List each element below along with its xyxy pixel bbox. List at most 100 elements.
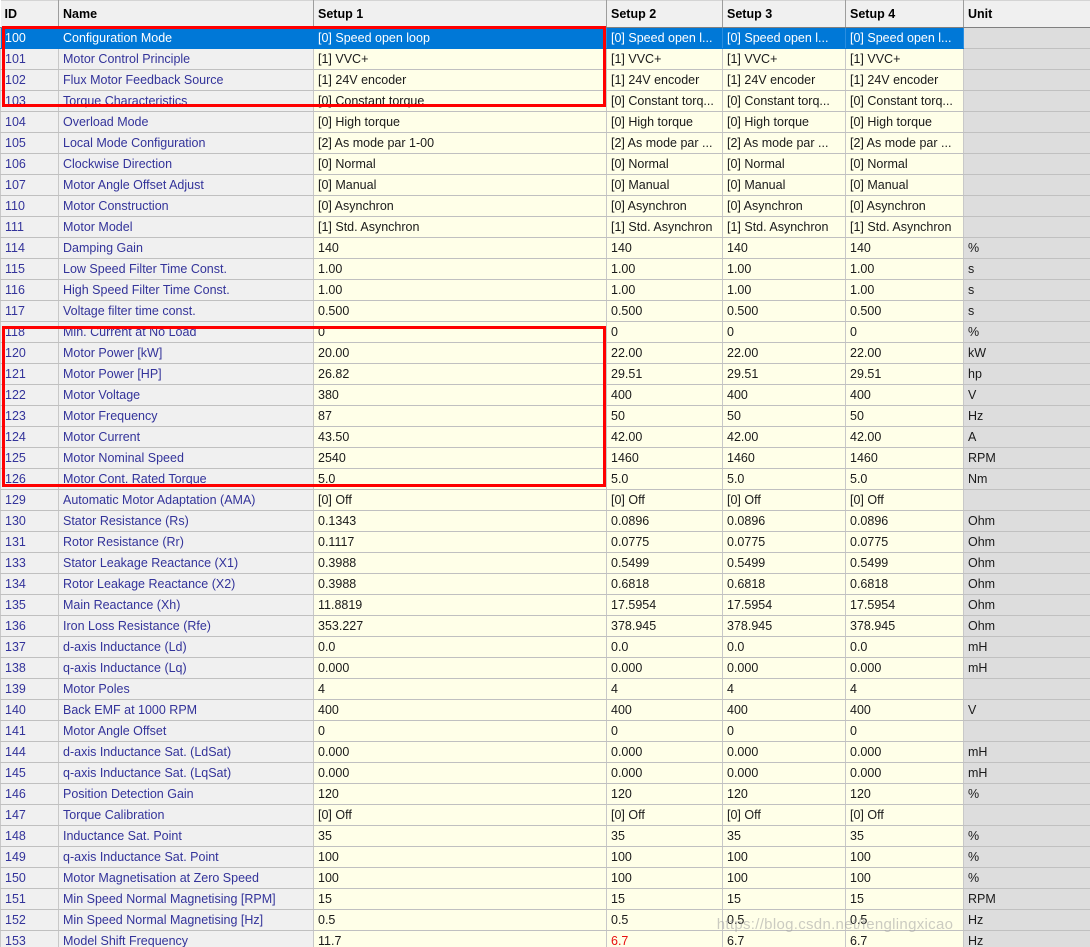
cell-setup4[interactable]: 50 (845, 405, 964, 427)
table-row[interactable]: 107 Motor Angle Offset Adjust [0] Manual [0… (0, 174, 1090, 196)
cell-setup4[interactable]: 0.0896 (845, 510, 964, 532)
cell-setup3[interactable]: 0.000 (722, 741, 846, 763)
cell-setup1[interactable]: 0.3988 (313, 552, 607, 574)
table-row[interactable]: 133 Stator Leakage Reactance (X1) 0.3988 0.… (0, 552, 1090, 574)
cell-setup3[interactable]: 15 (722, 888, 846, 910)
cell-setup2[interactable]: [1] 24V encoder (606, 69, 723, 91)
cell-setup2[interactable]: [0] Speed open l... (606, 27, 723, 49)
cell-setup4[interactable]: 100 (845, 846, 964, 868)
cell-setup1[interactable]: 140 (313, 237, 607, 259)
table-row[interactable]: 149 q-axis Inductance Sat. Point 100 100 100… (0, 846, 1090, 868)
table-row[interactable]: 106 Clockwise Direction [0] Normal [0] Norm… (0, 153, 1090, 175)
cell-setup4[interactable]: 120 (845, 783, 964, 805)
cell-setup3[interactable]: 400 (722, 384, 846, 406)
cell-setup4[interactable]: 0 (845, 321, 964, 343)
cell-setup2[interactable]: 0.0 (606, 636, 723, 658)
cell-setup3[interactable]: 29.51 (722, 363, 846, 385)
cell-setup3[interactable]: [1] Std. Asynchron (722, 216, 846, 238)
cell-setup2[interactable]: 1.00 (606, 258, 723, 280)
cell-setup2[interactable]: 35 (606, 825, 723, 847)
cell-setup3[interactable]: [1] 24V encoder (722, 69, 846, 91)
cell-setup1[interactable]: [0] Off (313, 804, 607, 826)
cell-setup4[interactable]: 0.5499 (845, 552, 964, 574)
parameter-table[interactable]: ID Name Setup 1 Setup 2 Setup 3 Setup 4 … (0, 0, 1090, 947)
cell-setup3[interactable]: 0.5499 (722, 552, 846, 574)
cell-setup4[interactable]: 0.0 (845, 636, 964, 658)
cell-setup2[interactable]: 1460 (606, 447, 723, 469)
table-row[interactable]: 139 Motor Poles 4 4 4 4 (0, 678, 1090, 700)
cell-setup1[interactable]: 0.1343 (313, 510, 607, 532)
cell-setup1[interactable]: 0.0 (313, 636, 607, 658)
table-row[interactable]: 117 Voltage filter time const. 0.500 0.500 0… (0, 300, 1090, 322)
cell-setup1[interactable]: [0] Constant torque (313, 90, 607, 112)
cell-setup3[interactable]: 0.0896 (722, 510, 846, 532)
cell-setup2[interactable]: [0] Off (606, 804, 723, 826)
cell-setup4[interactable]: 6.7 (845, 930, 964, 947)
cell-setup3[interactable]: 1.00 (722, 279, 846, 301)
cell-setup1[interactable]: 400 (313, 699, 607, 721)
cell-setup4[interactable]: 0.500 (845, 300, 964, 322)
cell-setup2[interactable]: 0.6818 (606, 573, 723, 595)
cell-setup3[interactable]: 50 (722, 405, 846, 427)
cell-setup1[interactable]: 120 (313, 783, 607, 805)
cell-setup4[interactable]: [1] Std. Asynchron (845, 216, 964, 238)
cell-setup2[interactable]: [0] Asynchron (606, 195, 723, 217)
cell-setup2[interactable]: [0] High torque (606, 111, 723, 133)
table-row[interactable]: 146 Position Detection Gain 120 120 120 120% (0, 783, 1090, 805)
cell-setup1[interactable]: 5.0 (313, 468, 607, 490)
cell-setup1[interactable]: [0] Speed open loop (313, 27, 607, 49)
table-row[interactable]: 123 Motor Frequency 87 50 50 50 Hz (0, 405, 1090, 427)
table-row[interactable]: 134 Rotor Leakage Reactance (X2) 0.3988 0.6… (0, 573, 1090, 595)
cell-setup4[interactable]: 140 (845, 237, 964, 259)
table-row[interactable]: 144 d-axis Inductance Sat. (LdSat) 0.000 0.… (0, 741, 1090, 763)
cell-setup4[interactable]: [1] VVC+ (845, 48, 964, 70)
cell-setup2[interactable]: [0] Constant torq... (606, 90, 723, 112)
cell-setup1[interactable]: 87 (313, 405, 607, 427)
cell-setup4[interactable]: 42.00 (845, 426, 964, 448)
cell-setup3[interactable]: 42.00 (722, 426, 846, 448)
cell-setup2[interactable]: 0.5499 (606, 552, 723, 574)
cell-setup3[interactable]: 120 (722, 783, 846, 805)
cell-setup4[interactable]: 100 (845, 867, 964, 889)
cell-setup4[interactable]: 35 (845, 825, 964, 847)
cell-setup2[interactable]: 29.51 (606, 363, 723, 385)
cell-setup2[interactable]: 1.00 (606, 279, 723, 301)
cell-setup2[interactable]: 0 (606, 720, 723, 742)
cell-setup1[interactable]: [1] Std. Asynchron (313, 216, 607, 238)
cell-setup1[interactable]: 0 (313, 321, 607, 343)
cell-setup3[interactable]: [0] High torque (722, 111, 846, 133)
cell-setup2[interactable]: 400 (606, 384, 723, 406)
cell-setup4[interactable]: 17.5954 (845, 594, 964, 616)
cell-setup4[interactable]: 1460 (845, 447, 964, 469)
cell-setup2[interactable]: 0.500 (606, 300, 723, 322)
cell-setup1[interactable]: 43.50 (313, 426, 607, 448)
cell-setup4[interactable]: 22.00 (845, 342, 964, 364)
cell-setup3[interactable]: [0] Off (722, 804, 846, 826)
table-row[interactable]: 118 Min. Current at No Load 0 0 0 0% (0, 321, 1090, 343)
cell-setup1[interactable]: 1.00 (313, 279, 607, 301)
table-row[interactable]: 147 Torque Calibration [0] Off [0] Off [0] O… (0, 804, 1090, 826)
cell-setup1[interactable]: 2540 (313, 447, 607, 469)
cell-setup1[interactable]: [1] 24V encoder (313, 69, 607, 91)
cell-setup2[interactable]: 120 (606, 783, 723, 805)
cell-setup1[interactable]: 0 (313, 720, 607, 742)
table-row[interactable]: 151 Min Speed Normal Magnetising [RPM] 15 1… (0, 888, 1090, 910)
table-row[interactable]: 145 q-axis Inductance Sat. (LqSat) 0.000 0.… (0, 762, 1090, 784)
table-row[interactable]: 122 Motor Voltage 380 400 400 400 V (0, 384, 1090, 406)
cell-setup4[interactable]: 0.6818 (845, 573, 964, 595)
cell-setup1[interactable]: 0.3988 (313, 573, 607, 595)
cell-setup2[interactable]: 42.00 (606, 426, 723, 448)
cell-setup3[interactable]: 1460 (722, 447, 846, 469)
cell-setup4[interactable]: [0] Asynchron (845, 195, 964, 217)
cell-setup3[interactable]: [0] Asynchron (722, 195, 846, 217)
table-row[interactable]: 124 Motor Current 43.50 42.00 42.00 42.00 A (0, 426, 1090, 448)
cell-setup4[interactable]: [0] High torque (845, 111, 964, 133)
cell-setup2[interactable]: [0] Normal (606, 153, 723, 175)
cell-setup4[interactable]: [0] Constant torq... (845, 90, 964, 112)
table-row[interactable]: 135 Main Reactance (Xh) 11.8819 17.5954 17.5… (0, 594, 1090, 616)
table-row[interactable]: 131 Rotor Resistance (Rr) 0.1117 0.0775 0.07… (0, 531, 1090, 553)
cell-setup3[interactable]: 0.6818 (722, 573, 846, 595)
cell-setup2[interactable]: 6.7 (606, 930, 723, 947)
cell-setup2[interactable]: 378.945 (606, 615, 723, 637)
table-row[interactable]: 102 Flux Motor Feedback Source [1] 24V enc… (0, 69, 1090, 91)
